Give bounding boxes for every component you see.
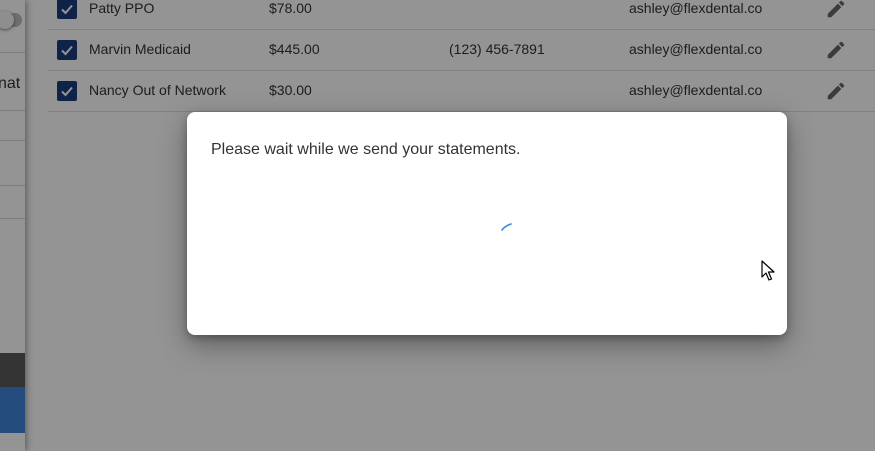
dialog-message: Please wait while we send your statement… (211, 141, 521, 158)
mouse-cursor-icon (761, 260, 775, 281)
sending-statements-dialog: Please wait while we send your statement… (187, 112, 787, 335)
spinner-icon (501, 223, 512, 231)
